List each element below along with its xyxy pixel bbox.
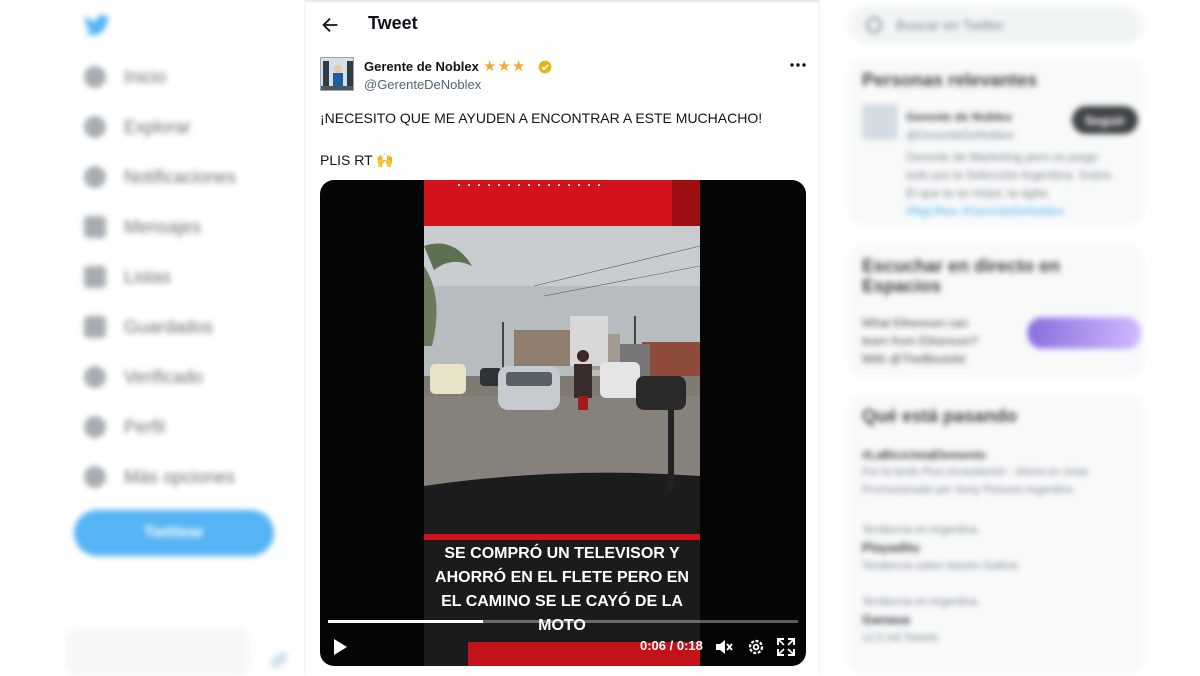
tweet-text-line: PLIS RT 🙌: [320, 152, 394, 168]
nav-item-bookmarks[interactable]: Guardados: [84, 312, 213, 342]
nav-item-explore[interactable]: Explorar: [84, 112, 191, 142]
right-sidebar: Buscar en Twitter Personas relevantes Ge…: [840, 0, 1200, 675]
page-title: Tweet: [368, 13, 418, 33]
trend-name[interactable]: #LaBicicletaElemento: [862, 448, 986, 462]
video-red-strip: [424, 534, 700, 540]
nav-item-more[interactable]: Más opciones: [84, 462, 235, 492]
video-caption: SE COMPRÓ UN TELEVISOR Y AHORRÓ EN EL FL…: [424, 542, 700, 638]
more-options-icon[interactable]: [787, 58, 809, 72]
nav-label: Explorar: [124, 116, 192, 137]
caption-line: EL CAMINO SE LE CAYÓ DE LA: [441, 593, 683, 610]
nav-label: Listas: [124, 266, 172, 287]
author-handle[interactable]: @GerenteDeNoblex: [364, 77, 481, 92]
relevant-people-panel: Personas relevantes Gerente de Noblex @G…: [848, 58, 1144, 226]
nav-item-home[interactable]: Inicio: [84, 62, 166, 92]
trend-name[interactable]: Ganaua: [862, 612, 910, 627]
compose-icon[interactable]: [268, 650, 290, 670]
panel-title-line: Espacios: [862, 276, 942, 296]
panel-title: Qué está pasando: [862, 406, 1018, 426]
relevant-name[interactable]: Gerente de Noblex: [906, 110, 1012, 124]
verified-icon: [84, 366, 106, 388]
caption-line: MOTO: [538, 617, 586, 634]
nav-label: Perfil: [124, 416, 166, 437]
space-text[interactable]: What Ethereum can: [862, 316, 968, 330]
left-navigation: Inicio Explorar Notificaciones Mensajes …: [0, 0, 300, 676]
profile-icon: [84, 416, 106, 438]
trend-meta: Tendencia sobre Nación Gallina: [862, 560, 1018, 572]
nav-item-messages[interactable]: Mensajes: [84, 212, 201, 242]
space-text[interactable]: With @TheBlockAir: [862, 352, 966, 366]
nav-item-notifications[interactable]: Notificaciones: [84, 162, 236, 192]
trend-category: Tendencia en Argentina: [862, 524, 977, 536]
nav-label: Más opciones: [124, 466, 236, 487]
trends-panel: Qué está pasando #LaBicicletaElemento Po…: [848, 394, 1144, 675]
trend-meta: 12,5 mil Tweets: [862, 632, 939, 644]
nav-label: Mensajes: [124, 216, 202, 237]
author-avatar[interactable]: [320, 57, 354, 91]
nav-item-profile[interactable]: Perfil: [84, 412, 165, 442]
list-icon: [84, 266, 106, 288]
nav-label: Guardados: [124, 316, 214, 337]
relevant-handle: @GerenteDeNoblex: [906, 128, 1015, 142]
bio-link[interactable]: #NgUNos #GerenteDeNoblex: [906, 204, 1064, 218]
space-text[interactable]: learn from Ethereum?: [862, 334, 978, 348]
account-switcher[interactable]: [66, 628, 250, 676]
space-listeners-pill[interactable]: [1026, 316, 1142, 350]
video-progress-bar[interactable]: [328, 620, 798, 623]
author-name[interactable]: Gerente de Noblex: [364, 59, 479, 74]
top-divider: [305, 0, 819, 2]
panel-title: Personas relevantes: [862, 70, 1038, 90]
tweet-detail-column: Tweet Gerente de Noblex ★★★ @GerenteDeNo…: [304, 0, 820, 675]
nav-label: Verificado: [124, 366, 204, 387]
video-frame: SE COMPRÓ UN TELEVISOR Y AHORRÓ EN EL FL…: [424, 180, 700, 666]
more-circle-icon: [84, 466, 106, 488]
verified-badge-icon: [538, 60, 552, 74]
video-player[interactable]: SE COMPRÓ UN TELEVISOR Y AHORRÓ EN EL FL…: [320, 180, 806, 666]
video-time: 0:06 / 0:18: [640, 638, 703, 653]
nav-label: Notificaciones: [124, 166, 237, 187]
bookmark-icon: [84, 316, 106, 338]
star-emojis: ★★★: [483, 58, 527, 75]
caption-line: AHORRÓ EN EL FLETE PERO EN: [435, 569, 689, 586]
nav-item-lists[interactable]: Listas: [84, 262, 171, 292]
follow-button[interactable]: Seguir: [1072, 106, 1138, 134]
bio-line: Gerente de Marketing pero es juego: [906, 150, 1099, 164]
trend-meta: Por la tarde Plus recaudación · Ahora en…: [862, 466, 1089, 478]
mail-icon: [84, 216, 106, 238]
tweet-text-line: ¡NECESITO QUE ME AYUDEN A ENCONTRAR A ES…: [320, 110, 763, 126]
fullscreen-icon[interactable]: [776, 637, 796, 657]
spaces-panel: Escuchar en directo en Espacios What Eth…: [848, 244, 1144, 378]
tweet-button[interactable]: Twittear: [74, 510, 274, 556]
nav-item-verified[interactable]: Verificado: [84, 362, 203, 392]
trend-meta: Promocionado por Sony Pictures Argentina: [862, 484, 1073, 496]
search-placeholder: Buscar en Twitter: [896, 17, 1004, 33]
nav-label: Inicio: [124, 66, 167, 87]
search-icon: [84, 116, 106, 138]
settings-gear-icon[interactable]: [746, 637, 766, 657]
bio-line: todo por la Selección Argentina. Sobre.: [906, 168, 1115, 182]
video-scene-street: [424, 226, 700, 540]
search-input[interactable]: Buscar en Twitter: [848, 6, 1144, 44]
video-progress-fill: [328, 620, 484, 623]
bell-icon: [84, 166, 106, 188]
play-icon[interactable]: [332, 638, 348, 656]
panel-title-line: Escuchar en directo en: [862, 256, 1061, 276]
bio-line: El que la se mejor, la agita.: [906, 186, 1051, 200]
trend-name[interactable]: Playaditu: [862, 540, 920, 555]
back-arrow-icon[interactable]: [319, 14, 341, 36]
twitter-bird-icon[interactable]: [82, 12, 112, 40]
relevant-avatar[interactable]: [862, 104, 898, 140]
avatar-figure-icon: [321, 58, 353, 90]
caption-line: SE COMPRÓ UN TELEVISOR Y: [444, 545, 680, 562]
search-icon: [866, 17, 882, 33]
video-red-banner: [424, 180, 700, 226]
home-icon: [84, 66, 106, 88]
trend-category: Tendencia en Argentina: [862, 596, 977, 608]
mute-icon[interactable]: [714, 637, 734, 657]
